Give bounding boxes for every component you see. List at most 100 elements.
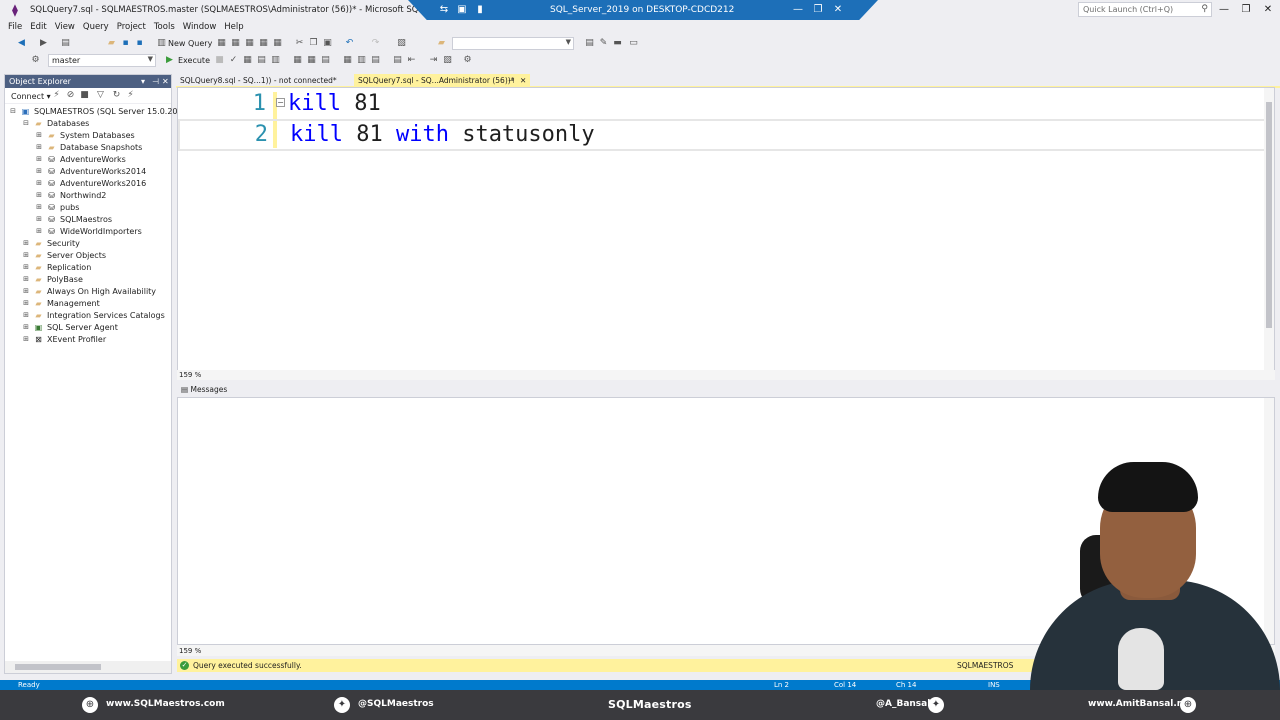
menu-window[interactable]: Window (181, 20, 223, 35)
new-query-button[interactable]: New Query (168, 39, 212, 48)
tree-node-polybase[interactable]: ⊞ ▰ PolyBase (5, 274, 171, 286)
pin-icon[interactable]: ⇆ (438, 4, 450, 16)
tree-database-item[interactable]: ⊞ ⛁ SQLMaestros (5, 214, 171, 226)
expand-icon[interactable]: ⊞ (35, 167, 43, 175)
tree-node-management[interactable]: ⊞ ▰ Management (5, 298, 171, 310)
comment-icon[interactable]: ▤ (370, 55, 381, 66)
specify-values-icon[interactable]: ▧ (442, 55, 453, 66)
options-icon[interactable]: ▭ (628, 38, 639, 49)
tree-node-server-objects[interactable]: ⊞ ▰ Server Objects (5, 250, 171, 262)
stop-icon[interactable]: ■ (79, 90, 90, 101)
expand-icon[interactable]: ⊞ (35, 155, 43, 163)
disconnect-icon[interactable]: ⊘ (65, 90, 76, 101)
actual-plan-icon[interactable]: ▥ (270, 55, 281, 66)
tree-database-item[interactable]: ⊞ ▰ System Databases (5, 130, 171, 142)
tree-database-item[interactable]: ⊞ ⛁ pubs (5, 202, 171, 214)
menu-view[interactable]: View (53, 20, 81, 35)
activity-icon[interactable]: ⚡ (125, 90, 136, 101)
results-to-grid-icon[interactable]: ▦ (342, 55, 353, 66)
expand-icon[interactable]: ⊞ (22, 251, 30, 259)
menu-file[interactable]: File (6, 20, 28, 35)
tree-server[interactable]: ⊟ ▣ SQLMAESTROS (SQL Server 15.0.2070.4 (5, 106, 195, 118)
solution-config-dropdown[interactable]: ▼ (452, 37, 574, 50)
results-zoom-level[interactable]: 159 % (179, 647, 201, 655)
filter-icon[interactable]: ▽ (95, 90, 106, 101)
increase-indent-icon[interactable]: ⇥ (428, 55, 439, 66)
expand-icon[interactable]: ⊞ (35, 227, 43, 235)
scrollbar-thumb[interactable] (1266, 102, 1272, 328)
results-to-file-icon[interactable]: ▥ (356, 55, 367, 66)
tree-node-always-on[interactable]: ⊞ ▰ Always On High Availability (5, 286, 171, 298)
back-icon[interactable]: ◀ (16, 38, 27, 49)
expand-icon[interactable]: ⊞ (22, 263, 30, 271)
expand-icon[interactable]: ⊞ (22, 335, 30, 343)
tree-database-item[interactable]: ⊞ ⛁ Northwind2 (5, 190, 171, 202)
menu-help[interactable]: Help (222, 20, 249, 35)
new-project-icon[interactable]: ▤ (60, 38, 71, 49)
expand-icon[interactable]: ⊞ (22, 287, 30, 295)
expand-icon[interactable]: ⊞ (22, 239, 30, 247)
save-all-icon[interactable]: ▪ (134, 38, 145, 49)
lock-icon[interactable]: ▣ (456, 4, 468, 16)
execute-button[interactable]: Execute (178, 56, 210, 65)
restore-icon[interactable]: ❐ (812, 4, 824, 16)
expand-icon[interactable]: ⊞ (35, 179, 43, 187)
collapse-icon[interactable]: ⊟ (22, 119, 30, 127)
window-close-button[interactable]: ✕ (1261, 4, 1275, 16)
save-icon[interactable]: ▪ (120, 38, 131, 49)
pin-icon[interactable]: ⊣ (508, 76, 515, 85)
tree-databases[interactable]: ⊟ ▰ Databases (5, 118, 171, 130)
change-connection-icon[interactable]: ⚙ (30, 55, 41, 66)
horizontal-scrollbar[interactable] (5, 661, 171, 673)
tree-database-item[interactable]: ⊞ ⛁ AdventureWorks (5, 154, 171, 166)
execute-icon[interactable]: ▶ (164, 55, 175, 66)
mdx-query-icon[interactable]: ▦ (216, 38, 227, 49)
menu-edit[interactable]: Edit (28, 20, 52, 35)
minimize-icon[interactable]: — (792, 4, 804, 16)
tree-node-xevent-profiler[interactable]: ⊞ ⊠ XEvent Profiler (5, 334, 171, 346)
dax-query-icon[interactable]: ▦ (258, 38, 269, 49)
dropdown-icon[interactable]: ▾ (141, 77, 145, 86)
tab-messages[interactable]: ▤ Messages (181, 385, 227, 394)
expand-icon[interactable]: ⊞ (22, 311, 30, 319)
client-stats-icon[interactable]: ▦ (306, 55, 317, 66)
expand-icon[interactable]: ⊞ (35, 143, 43, 151)
uncomment-icon[interactable]: ▤ (392, 55, 403, 66)
expand-icon[interactable]: ⊞ (35, 131, 43, 139)
connect-icon[interactable]: ⚡ (51, 90, 62, 101)
window-maximize-button[interactable]: ❐ (1239, 4, 1253, 16)
cut-icon[interactable]: ✂ (294, 38, 305, 49)
vertical-scrollbar[interactable] (1264, 88, 1274, 370)
tree-node-integration-services[interactable]: ⊞ ▰ Integration Services Catalogs (5, 310, 171, 322)
expand-icon[interactable]: ⊞ (22, 275, 30, 283)
expand-icon[interactable]: ⊞ (35, 191, 43, 199)
solution-explorer-icon[interactable]: ▤ (584, 38, 595, 49)
scrollbar-thumb[interactable] (15, 664, 101, 670)
dmx-query-icon[interactable]: ▦ (230, 38, 241, 49)
tree-database-item[interactable]: ⊞ ⛁ AdventureWorks2014 (5, 166, 171, 178)
copy-icon[interactable]: ❐ (308, 38, 319, 49)
window-minimize-button[interactable]: — (1217, 4, 1231, 16)
parse-icon[interactable]: ✓ (228, 55, 239, 66)
quick-launch-input[interactable]: Quick Launch (Ctrl+Q) ⚲ (1078, 2, 1212, 17)
open-file-icon[interactable]: ▰ (106, 38, 117, 49)
cancel-query-icon[interactable]: ■ (214, 55, 225, 66)
undo-icon[interactable]: ↶ (344, 38, 355, 49)
find-in-files-icon[interactable]: ▰ (436, 38, 447, 49)
tree-node-security[interactable]: ⊞ ▰ Security (5, 238, 171, 250)
tree-database-item[interactable]: ⊞ ⛁ WideWorldImporters (5, 226, 171, 238)
collapse-icon[interactable]: − (276, 98, 285, 107)
toolbox-icon[interactable]: ▬ (612, 38, 623, 49)
menu-project[interactable]: Project (115, 20, 152, 35)
connect-button[interactable]: Connect ▾ (11, 92, 51, 101)
paste-icon[interactable]: ▣ (322, 38, 333, 49)
menu-tools[interactable]: Tools (152, 20, 181, 35)
collapse-icon[interactable]: ⊟ (9, 107, 17, 115)
pin-icon[interactable]: ⊣ (152, 77, 159, 86)
results-to-text-icon[interactable]: ▤ (320, 55, 331, 66)
query-designer-icon[interactable]: ▤ (256, 55, 267, 66)
properties-icon[interactable]: ✎ (598, 38, 609, 49)
redo-icon[interactable]: ↷ (370, 38, 381, 49)
tree-database-item[interactable]: ⊞ ▰ Database Snapshots (5, 142, 171, 154)
close-icon[interactable]: ✕ (520, 76, 526, 85)
